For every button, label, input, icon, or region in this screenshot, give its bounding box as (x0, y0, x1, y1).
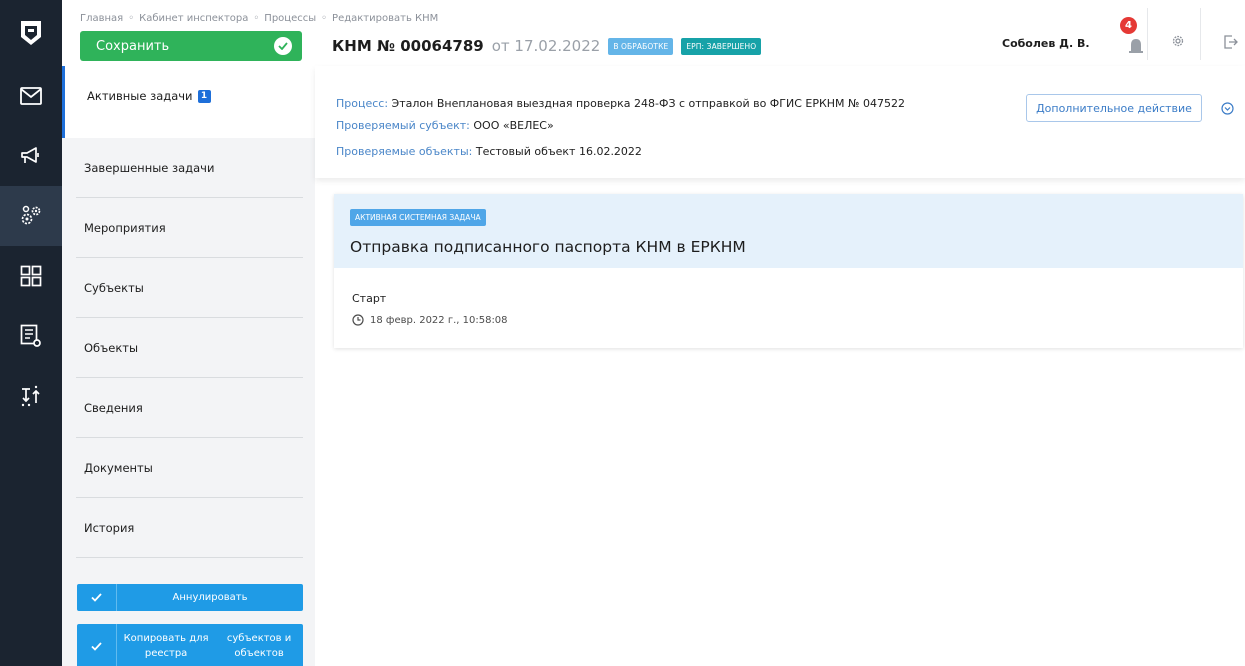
erp-status-badge: ЕРП: ЗАВЕРШЕНО (681, 37, 762, 55)
task-start-time-value: 18 февр. 2022 г., 10:58:08 (370, 314, 508, 326)
save-button-label: Сохранить (96, 38, 170, 54)
process-key: Процесс: (336, 97, 389, 110)
sidebar-item-label: Завершенные задачи (84, 160, 215, 175)
task-header: АКТИВНАЯ СИСТЕМНАЯ ЗАДАЧА Отправка подпи… (334, 194, 1243, 268)
settings-gears-icon[interactable] (0, 186, 62, 246)
sidebar-item-history[interactable]: История (76, 498, 303, 558)
task-start-time: 18 февр. 2022 г., 10:58:08 (352, 314, 508, 326)
breadcrumb-separator: ◦ (128, 13, 135, 24)
sidebar-item-label: Мероприятия (84, 220, 166, 235)
breadcrumb-separator: ◦ (253, 13, 260, 24)
objects-info: Проверяемые объекты: Тестовый объект 16.… (336, 145, 642, 158)
main-content: Процесс: Эталон Внеплановая выездная про… (315, 66, 1245, 666)
sidebar-item-label: Активные задачи (87, 89, 193, 103)
mail-icon[interactable] (0, 66, 62, 126)
user-name[interactable]: Соболев Д. В. (1002, 37, 1090, 50)
sidebar-item-label: Субъекты (84, 280, 144, 295)
breadcrumb: Главная ◦ Кабинет инспектора ◦ Процессы ◦ Реда… (80, 13, 438, 24)
sort-icon[interactable] (0, 366, 62, 426)
sidebar-item-subjects[interactable]: Субъекты (76, 258, 303, 318)
extra-action-button[interactable]: Дополнительное действие (1026, 94, 1202, 122)
notification-count-badge: 4 (1120, 17, 1137, 34)
breadcrumb-inspector-cabinet[interactable]: Кабинет инспектора (139, 13, 248, 24)
page-title: КНМ № 00064789 от 17.02.2022 В ОБРАБОТКЕ… (332, 37, 762, 55)
cancel-button-label: Аннулировать (172, 592, 248, 603)
breadcrumb-current: Редактировать КНМ (332, 13, 439, 24)
breadcrumb-processes[interactable]: Процессы (264, 13, 316, 24)
sidebar-item-label: Документы (84, 460, 153, 475)
breadcrumb-home[interactable]: Главная (80, 13, 123, 24)
sidebar-item-completed-tasks[interactable]: Завершенные задачи (76, 138, 303, 198)
subject-key: Проверяемый субъект: (336, 119, 470, 132)
megaphone-icon[interactable] (0, 126, 62, 186)
chevron-down-circle-icon[interactable] (1221, 100, 1234, 119)
task-start-label: Старт (352, 292, 387, 305)
status-badge: В ОБРАБОТКЕ (608, 37, 674, 55)
header-divider (1200, 8, 1201, 60)
subject-value: ООО «ВЕЛЕС» (473, 119, 554, 132)
task-title: Отправка подписанного паспорта КНМ в ЕРК… (350, 238, 746, 256)
copy-to-registry-button[interactable]: Копировать для реестра субъектов и объек… (77, 624, 303, 666)
logout-icon[interactable] (1224, 34, 1238, 53)
knm-date: от 17.02.2022 (491, 37, 601, 55)
check-icon (77, 584, 117, 611)
sidebar-item-events[interactable]: Мероприятия (76, 198, 303, 258)
active-tasks-count-badge: 1 (197, 89, 211, 103)
copy-button-label-line-2: субъектов и объектов (226, 633, 292, 659)
sidebar-item-objects[interactable]: Объекты (76, 318, 303, 378)
knm-number: КНМ № 00064789 (332, 37, 484, 55)
cancel-button[interactable]: Аннулировать (77, 584, 303, 611)
process-info-panel: Процесс: Эталон Внеплановая выездная про… (315, 66, 1245, 178)
gear-icon[interactable] (1171, 33, 1185, 52)
icon-rail (0, 0, 62, 666)
header-divider (1147, 8, 1148, 60)
check-circle-icon (274, 37, 292, 55)
objects-key: Проверяемые объекты: (336, 145, 473, 158)
sidebar-item-information[interactable]: Сведения (76, 378, 303, 438)
registry-icon[interactable] (0, 306, 62, 366)
process-info: Процесс: Эталон Внеплановая выездная про… (336, 97, 905, 110)
logo-icon[interactable] (0, 0, 62, 66)
process-value: Эталон Внеплановая выездная проверка 248… (391, 97, 905, 110)
objects-value: Тестовый объект 16.02.2022 (475, 145, 642, 158)
sidebar-item-documents[interactable]: Документы (76, 438, 303, 498)
top-header: Главная ◦ Кабинет инспектора ◦ Процессы ◦ Реда… (62, 0, 1245, 66)
copy-button-label-line-1: Копировать для реестра (123, 633, 209, 659)
dashboard-icon[interactable] (0, 246, 62, 306)
check-icon (77, 624, 117, 666)
task-type-badge: АКТИВНАЯ СИСТЕМНАЯ ЗАДАЧА (350, 209, 486, 226)
subject-info: Проверяемый субъект: ООО «ВЕЛЕС» (336, 119, 554, 132)
task-card[interactable]: АКТИВНАЯ СИСТЕМНАЯ ЗАДАЧА Отправка подпи… (334, 194, 1243, 348)
sidebar-item-active-tasks[interactable]: Активные задачи 1 (62, 66, 315, 138)
breadcrumb-separator: ◦ (321, 13, 328, 24)
copy-button-label: Копировать для реестра субъектов и объек… (117, 624, 303, 666)
process-sidebar: Активные задачи 1 Завершенные задачи Мер… (62, 66, 315, 666)
clock-icon (352, 314, 364, 326)
sidebar-item-label: Сведения (84, 400, 143, 415)
save-button[interactable]: Сохранить (80, 31, 302, 61)
sidebar-item-label: Объекты (84, 340, 139, 355)
sidebar-item-label: История (84, 520, 135, 535)
